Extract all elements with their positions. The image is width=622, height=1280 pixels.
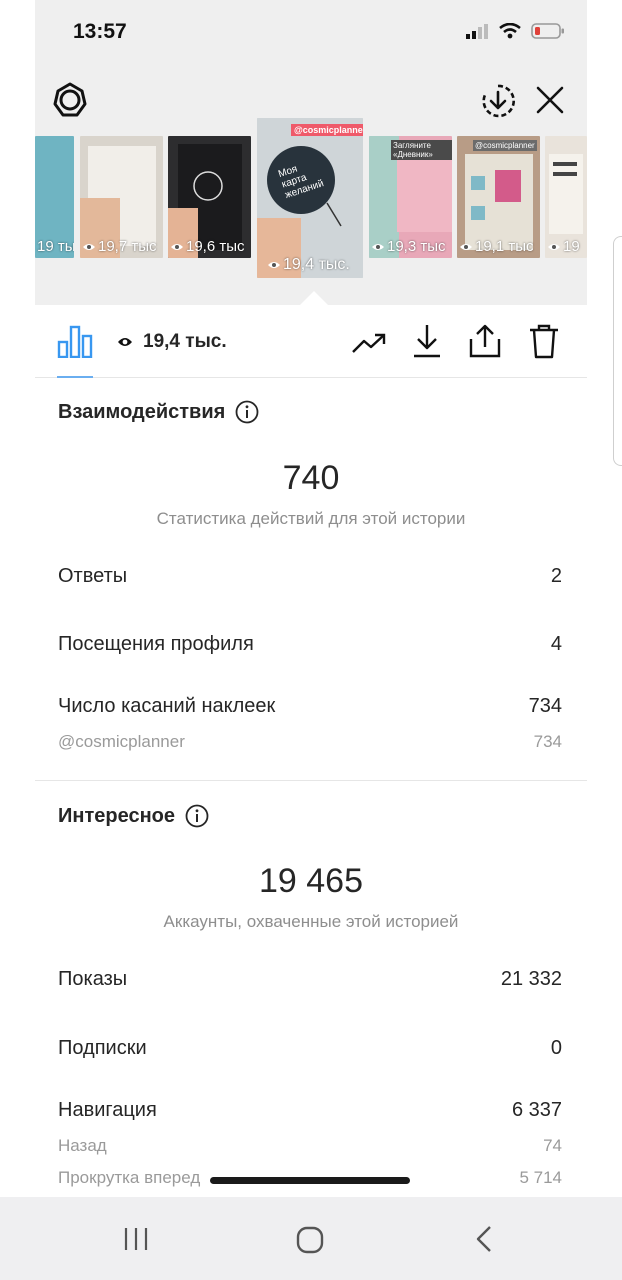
- eye-icon: [548, 243, 560, 250]
- active-story-pointer: [300, 291, 328, 305]
- mention-sticker: @cosmicplanner: [291, 124, 363, 136]
- metric-row-follows: Подписки 0: [58, 1037, 562, 1059]
- battery-icon: [531, 23, 564, 39]
- insights-tab-indicator: [57, 376, 93, 378]
- eye-icon: [268, 262, 280, 268]
- signal-icon: [466, 24, 488, 39]
- trending-up-icon: [352, 333, 386, 353]
- story-thumbnails-strip: 19 тыс 19,7 тыс 19,6 тыс @cosmicplanner: [35, 118, 587, 278]
- discovery-total: 19 465: [259, 862, 363, 900]
- edge-panel-handle[interactable]: [613, 236, 622, 466]
- home-button[interactable]: [289, 1219, 331, 1261]
- story-thumbnail-active[interactable]: @cosmicplanner Моя карта желаний 19,4 ты…: [257, 118, 363, 278]
- settings-button[interactable]: [50, 80, 90, 120]
- discovery-caption: Аккаунты, охваченные этой историей: [163, 912, 459, 931]
- story-thumbnail[interactable]: @cosmicplanner 19,1 тыс: [457, 136, 540, 258]
- header-area: 13:57 19 ты 19,7 тыс 19,6 тыс @cosmicpla…: [35, 0, 587, 305]
- interactions-caption: Статистика действий для этой истории: [156, 509, 466, 528]
- wifi-icon: [499, 23, 521, 39]
- thumbnail-views: 19,6 тыс: [170, 238, 245, 255]
- thumbnail-views: 19,1 тыс: [459, 238, 534, 255]
- info-icon[interactable]: [185, 804, 209, 828]
- story-thumbnail[interactable]: 19,7 тыс: [80, 136, 163, 258]
- back-icon: [476, 1226, 491, 1252]
- promote-button[interactable]: [349, 323, 389, 363]
- interactions-heading: Взаимодействия: [58, 400, 259, 424]
- recent-apps-icon: [124, 1228, 148, 1250]
- insights-tab[interactable]: [55, 321, 95, 361]
- status-time: 13:57: [73, 20, 127, 43]
- gear-icon: [53, 82, 87, 117]
- story-thumbnail[interactable]: Загляните «Дневник» 19,3 тыс: [369, 136, 452, 258]
- share-button[interactable]: [465, 321, 505, 361]
- download-circle-icon: [482, 84, 515, 118]
- story-toolbar: 19,4 тыс.: [35, 305, 587, 378]
- info-icon[interactable]: [235, 400, 259, 424]
- home-indicator[interactable]: [210, 1177, 410, 1184]
- metric-row-replies: Ответы 2: [58, 565, 562, 587]
- metric-row-navigation: Навигация 6 337: [58, 1099, 562, 1121]
- thumbnail-views: 19,3 тыс: [371, 238, 446, 255]
- download-button[interactable]: [407, 321, 447, 361]
- story-sticker: Загляните «Дневник»: [391, 140, 452, 160]
- mention-sticker: @cosmicplanner: [473, 140, 537, 151]
- eye-icon: [83, 243, 95, 250]
- home-icon: [296, 1226, 324, 1254]
- metric-subrow-mention: @cosmicplanner 734: [58, 732, 562, 751]
- thumbnail-views: 19,7 тыс: [82, 238, 157, 255]
- thumbnail-views: 19 тыс: [37, 238, 74, 255]
- close-button[interactable]: [532, 82, 568, 118]
- status-icons: [465, 22, 565, 40]
- thumbnail-views: 19,4 тыс.: [267, 256, 350, 274]
- metric-subrow-back: Назад 74: [58, 1136, 562, 1155]
- section-divider: [35, 780, 587, 781]
- close-icon: [536, 86, 564, 114]
- metric-row-impressions: Показы 21 332: [58, 968, 562, 990]
- delete-button[interactable]: [524, 321, 564, 361]
- eye-icon: [118, 338, 132, 346]
- interactions-total: 740: [282, 459, 340, 497]
- toolbar-views: 19,4 тыс.: [117, 331, 227, 353]
- thumbnail-views: 19: [547, 238, 580, 255]
- discovery-heading: Интересное: [58, 804, 209, 828]
- bar-chart-icon: [57, 325, 93, 358]
- eye-icon: [372, 243, 384, 250]
- story-thumbnail[interactable]: 19,6 тыс: [168, 136, 251, 258]
- download-icon: [414, 325, 440, 358]
- back-button[interactable]: [464, 1219, 504, 1259]
- trash-icon: [530, 324, 558, 359]
- eye-icon: [171, 243, 183, 250]
- thumbnail-image: [257, 118, 363, 278]
- download-highlight-button[interactable]: [478, 81, 518, 121]
- share-icon: [469, 324, 501, 358]
- metric-row-sticker-taps: Число касаний наклеек 734: [58, 695, 562, 717]
- story-thumbnail[interactable]: 19: [545, 136, 587, 258]
- story-thumbnail[interactable]: 19 тыс: [35, 136, 74, 258]
- eye-icon: [460, 243, 472, 250]
- system-navigation-bar: [0, 1197, 622, 1280]
- insights-screen: 13:57 19 ты 19,7 тыс 19,6 тыс @cosmicpla…: [35, 0, 587, 1197]
- metric-row-profile-visits: Посещения профиля 4: [58, 633, 562, 655]
- recent-apps-button[interactable]: [116, 1219, 156, 1259]
